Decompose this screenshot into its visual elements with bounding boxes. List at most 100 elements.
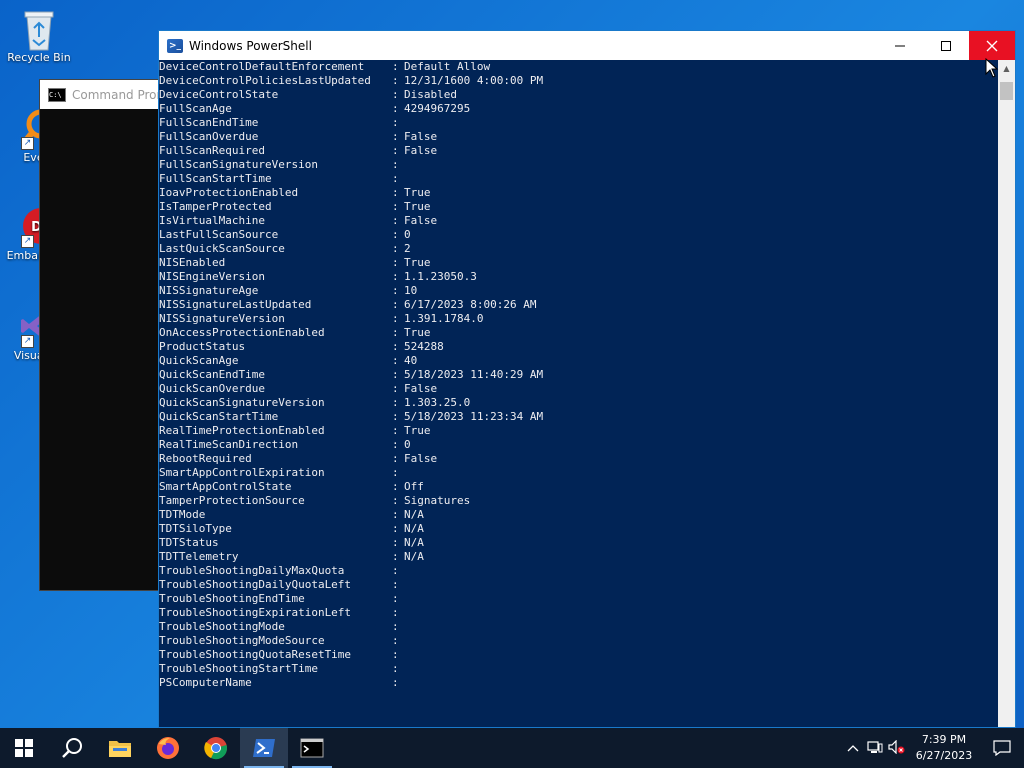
separator: : xyxy=(392,508,399,521)
property-name: TDTTelemetry xyxy=(159,550,239,563)
separator: : xyxy=(392,382,399,395)
property-name: LastQuickScanSource xyxy=(159,242,285,255)
property-name: SmartAppControlExpiration xyxy=(159,466,325,479)
taskbar-powershell[interactable] xyxy=(240,728,288,768)
property-name: NISSignatureAge xyxy=(159,284,259,297)
separator: : xyxy=(392,424,399,437)
separator: : xyxy=(392,130,399,143)
separator: : xyxy=(392,200,399,213)
scroll-up-icon[interactable]: ▲ xyxy=(998,60,1015,77)
console-line: FullScanEndTime: xyxy=(159,116,998,130)
separator: : xyxy=(392,564,399,577)
console-line: TroubleShootingMode: xyxy=(159,620,998,634)
separator: : xyxy=(392,410,399,423)
file-explorer-icon xyxy=(109,741,131,757)
property-name: QuickScanEndTime xyxy=(159,368,265,381)
console-line: TroubleShootingDailyQuotaLeft: xyxy=(159,578,998,592)
console-line: LastQuickScanSource:2 xyxy=(159,242,998,256)
separator: : xyxy=(392,228,399,241)
powershell-window[interactable]: >_ Windows PowerShell DeviceControlDefau… xyxy=(158,30,1016,728)
command-prompt-icon: C:\ xyxy=(48,87,66,102)
network-button[interactable] xyxy=(864,740,886,757)
taskbar-file-explorer[interactable] xyxy=(96,728,144,768)
property-value: 1.391.1784.0 xyxy=(404,312,484,325)
property-value: True xyxy=(404,256,431,269)
taskbar-chrome[interactable] xyxy=(192,728,240,768)
volume-button[interactable] xyxy=(886,739,908,757)
property-name: TroubleShootingMode xyxy=(159,620,285,633)
property-name: QuickScanStartTime xyxy=(159,410,279,423)
property-name: TroubleShootingDailyQuotaLeft xyxy=(159,578,352,591)
property-value: 1.303.25.0 xyxy=(404,396,471,409)
vertical-scrollbar[interactable]: ▲ xyxy=(998,60,1015,727)
start-button[interactable] xyxy=(0,728,48,768)
separator: : xyxy=(392,172,399,185)
property-name: TDTSiloType xyxy=(159,522,232,535)
console-line: TroubleShootingEndTime: xyxy=(159,592,998,606)
property-value: 524288 xyxy=(404,340,444,353)
desktop-icon-recycle-bin[interactable]: Recycle Bin xyxy=(0,8,78,64)
console-line: ProductStatus:524288 xyxy=(159,340,998,354)
clock-date: 6/27/2023 xyxy=(915,749,973,762)
property-value: Off xyxy=(404,480,424,493)
console-line: NISSignatureLastUpdated:6/17/2023 8:00:2… xyxy=(159,298,998,312)
close-button[interactable] xyxy=(969,31,1015,60)
property-value: N/A xyxy=(404,536,424,549)
separator: : xyxy=(392,312,399,325)
property-value: N/A xyxy=(404,522,424,535)
console-line: TDTSiloType: N/A xyxy=(159,522,998,536)
console-line: FullScanAge:4294967295 xyxy=(159,102,998,116)
console-line: QuickScanSignatureVersion:1.303.25.0 xyxy=(159,396,998,410)
separator: : xyxy=(392,620,399,633)
property-name: PSComputerName xyxy=(159,676,252,689)
console-line: FullScanOverdue: False xyxy=(159,130,998,144)
property-value: 5/18/2023 11:23:34 AM xyxy=(404,410,544,423)
command-prompt-title: Command Prom xyxy=(72,87,169,102)
property-name: RealTimeScanDirection xyxy=(159,438,299,451)
console-line: TDTTelemetry: N/A xyxy=(159,550,998,564)
property-value: True xyxy=(404,326,431,339)
property-value: 1.1.23050.3 xyxy=(404,270,477,283)
console-line: NISEnabled: True xyxy=(159,256,998,270)
property-value: True xyxy=(404,424,431,437)
console-line: IoavProtectionEnabled: True xyxy=(159,186,998,200)
console-line: RealTimeScanDirection:0 xyxy=(159,438,998,452)
separator: : xyxy=(392,144,399,157)
powershell-titlebar[interactable]: >_ Windows PowerShell xyxy=(159,31,1015,60)
property-name: DeviceControlState xyxy=(159,88,279,101)
property-name: NISEnabled xyxy=(159,256,226,269)
property-name: DeviceControlDefaultEnforcement xyxy=(159,60,365,73)
separator: : xyxy=(392,88,399,101)
show-hidden-icons-button[interactable] xyxy=(842,741,864,755)
separator: : xyxy=(392,284,399,297)
console-line: PSComputerName: xyxy=(159,676,998,690)
mouse-cursor-icon xyxy=(985,57,999,82)
chrome-icon xyxy=(204,737,227,760)
property-value: True xyxy=(404,200,431,213)
search-button[interactable] xyxy=(48,728,96,768)
property-name: TDTStatus xyxy=(159,536,219,549)
console-output[interactable]: DeviceControlDefaultEnforcement: Default … xyxy=(159,60,998,727)
scrollbar-thumb[interactable] xyxy=(1000,82,1013,100)
property-name: NISEngineVersion xyxy=(159,270,265,283)
window-title: Windows PowerShell xyxy=(189,38,312,53)
property-value: Signatures xyxy=(404,494,471,507)
property-name: NISSignatureVersion xyxy=(159,312,285,325)
clock[interactable]: 7:39 PM 6/27/2023 xyxy=(908,732,980,764)
property-name: FullScanStartTime xyxy=(159,172,272,185)
separator: : xyxy=(392,60,399,73)
property-name: FullScanOverdue xyxy=(159,130,259,143)
property-value: False xyxy=(404,452,438,465)
taskbar-firefox[interactable] xyxy=(144,728,192,768)
separator: : xyxy=(392,648,399,661)
action-center-button[interactable] xyxy=(980,728,1024,768)
shortcut-arrow-icon: ↗ xyxy=(21,335,34,348)
separator: : xyxy=(392,494,399,507)
taskbar-command-prompt[interactable] xyxy=(288,728,336,768)
minimize-button[interactable] xyxy=(877,31,923,60)
maximize-button[interactable] xyxy=(923,31,969,60)
console-line: TroubleShootingModeSource: xyxy=(159,634,998,648)
separator: : xyxy=(392,480,399,493)
separator: : xyxy=(392,214,399,227)
console-line: TDTMode: N/A xyxy=(159,508,998,522)
